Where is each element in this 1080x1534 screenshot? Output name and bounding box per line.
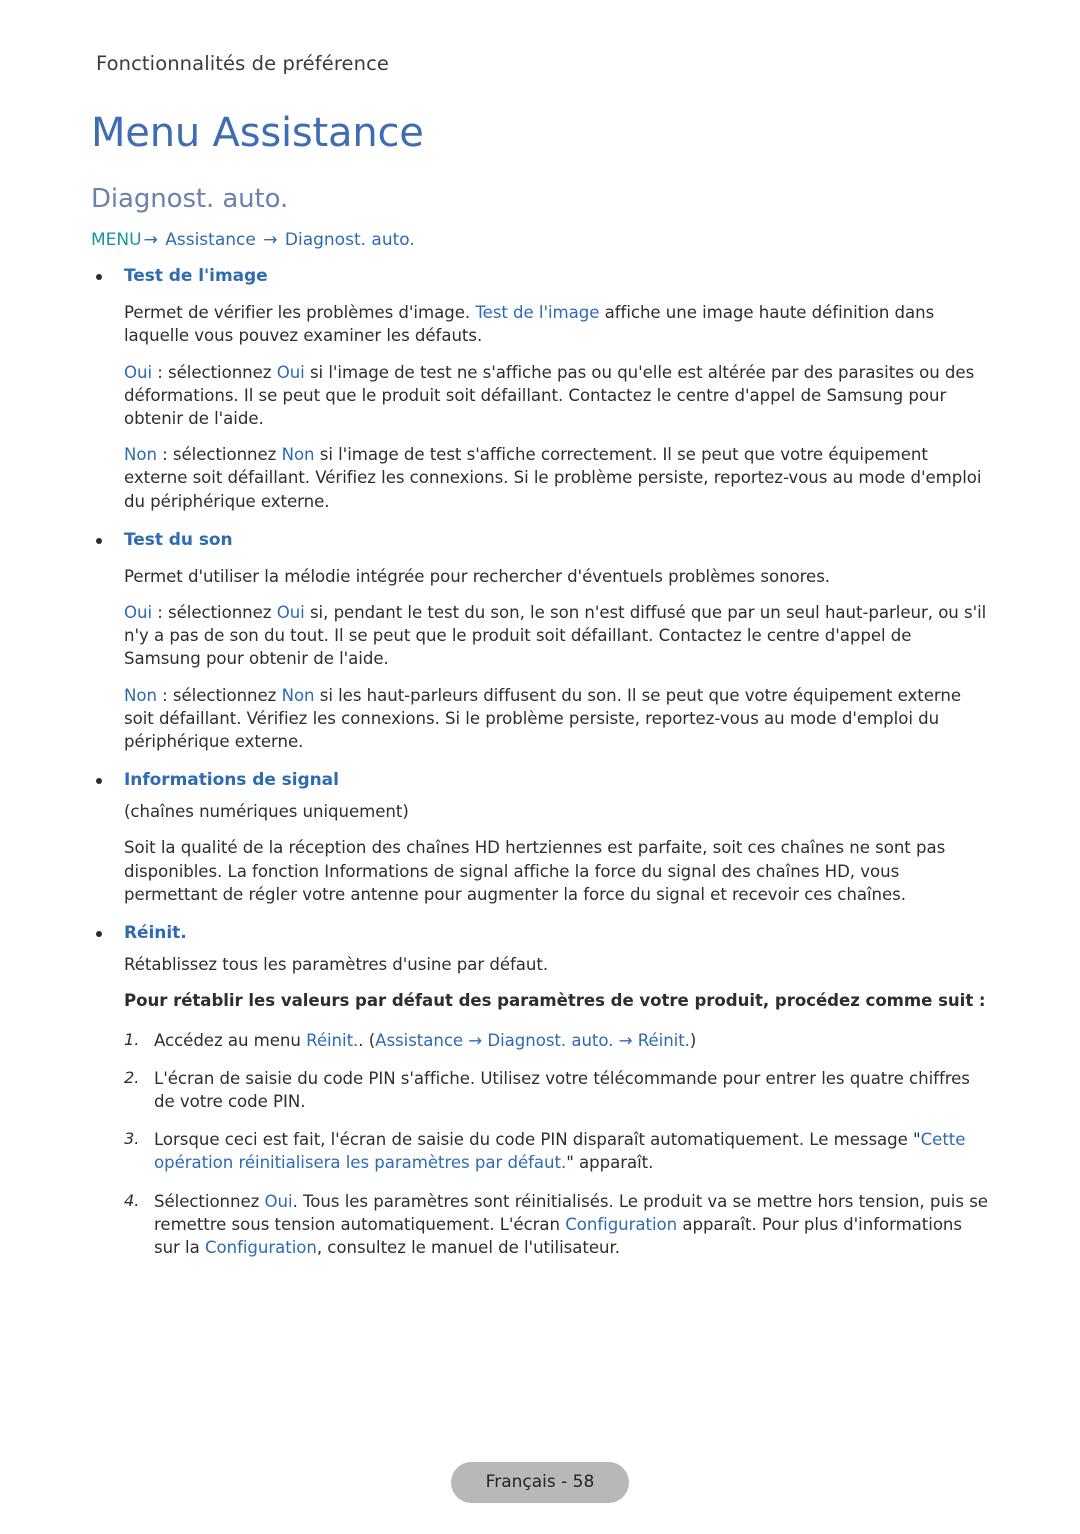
page-footer-badge: Français - 58 — [451, 1462, 629, 1503]
breadcrumb-level-3: Diagnost. auto. — [284, 230, 415, 251]
bullet-label-reinit: Réinit. — [124, 923, 187, 944]
paragraph-test-son-oui: Oui : sélectionnez Oui si, pendant le te… — [88, 601, 992, 671]
breadcrumb-menu: MENU — [91, 230, 142, 251]
text-fragment: Lorsque ceci est fait, l'écran de saisie… — [154, 1130, 921, 1150]
list-item: Test de l'image — [88, 265, 992, 288]
text-fragment: : sélectionnez — [156, 445, 282, 465]
text-fragment: Permet de vérifier les problèmes d'image… — [124, 303, 476, 323]
bullet-label-test-son: Test du son — [124, 529, 233, 550]
inline-highlight: Assistance — [375, 1030, 464, 1050]
inline-highlight: Oui — [264, 1191, 293, 1211]
list-item: 4. Sélectionnez Oui. Tous les paramètres … — [124, 1190, 992, 1260]
text-fragment: Sélectionnez — [154, 1191, 265, 1211]
inline-highlight: Configuration — [565, 1214, 678, 1234]
text-fragment: , consultez le manuel de l'utilisateur. — [316, 1238, 620, 1258]
inline-highlight: Réinit. — [637, 1030, 690, 1050]
step-number: 2. — [124, 1067, 140, 1087]
inline-highlight: Test de l'image — [475, 303, 600, 323]
inline-highlight: Oui — [124, 362, 153, 382]
text-fragment: L'écran de saisie du code PIN s'affiche.… — [154, 1068, 970, 1111]
paragraph-test-son-non: Non : sélectionnez Non si les haut-parle… — [88, 684, 992, 754]
page-content: Menu Assistance Diagnost. auto. MENU → As… — [88, 110, 992, 1259]
text-fragment: Accédez au menu — [154, 1030, 307, 1050]
text-fragment: ) — [689, 1030, 697, 1050]
inline-highlight: Oui — [276, 603, 305, 623]
steps-list: 1. Accédez au menu Réinit.. (Assistance →… — [88, 1029, 992, 1260]
paragraph-test-image-non: Non : sélectionnez Non si l'image de tes… — [88, 443, 992, 513]
step-arrow-icon: → — [463, 1030, 488, 1050]
paragraph-infos-signal-note: (chaînes numériques uniquement) — [124, 802, 409, 822]
list-item: Réinit. — [88, 922, 992, 945]
step-number: 1. — [124, 1029, 140, 1049]
document-page: Fonctionnalités de préférence Menu Assis… — [0, 0, 1080, 1534]
breadcrumb-arrow-1: → — [143, 230, 158, 251]
paragraph-test-image-desc: Permet de vérifier les problèmes d'image… — [88, 301, 992, 347]
inline-highlight: Non — [281, 445, 315, 465]
inline-highlight: Non — [124, 685, 157, 705]
breadcrumb: MENU → Assistance → Diagnost. auto. — [88, 229, 992, 251]
feature-list: Test de l'image Permet de vérifier les p… — [88, 265, 992, 1259]
text-fragment: . ( — [358, 1030, 376, 1050]
inline-highlight: Configuration — [204, 1238, 317, 1258]
step-number: 4. — [124, 1190, 140, 1210]
paragraph-test-image-oui: Oui : sélectionnez Oui si l'image de tes… — [88, 361, 992, 431]
step-number: 3. — [124, 1129, 140, 1149]
text-fragment: " apparaît. — [566, 1153, 654, 1173]
inline-highlight: Oui — [276, 362, 305, 382]
list-item: 2. L'écran de saisie du code PIN s'affich… — [124, 1067, 992, 1113]
bullet-dot-icon — [96, 537, 102, 544]
bullet-label-test-image: Test de l'image — [124, 266, 268, 287]
bullet-dot-icon — [96, 931, 102, 938]
inline-highlight: Non — [281, 685, 315, 705]
paragraph-infos-signal-desc: Soit la qualité de la réception des chaî… — [124, 838, 946, 904]
text-fragment: : sélectionnez — [152, 362, 277, 382]
list-item: Test du son — [88, 529, 992, 552]
breadcrumb-level-2: Assistance — [165, 230, 256, 251]
step-arrow-icon: → — [613, 1030, 638, 1050]
text-fragment: : sélectionnez — [156, 685, 282, 705]
inline-highlight: Diagnost. auto. — [487, 1030, 614, 1050]
bullet-dot-icon — [96, 778, 102, 785]
text-fragment: : sélectionnez — [152, 603, 277, 623]
list-item: Informations de signal — [88, 769, 992, 792]
breadcrumb-arrow-2: → — [263, 230, 278, 251]
inline-highlight: Réinit. — [306, 1030, 359, 1050]
inline-highlight: Non — [124, 445, 157, 465]
list-item: 1. Accédez au menu Réinit.. (Assistance →… — [124, 1029, 992, 1052]
bullet-dot-icon — [96, 274, 102, 281]
page-title: Menu Assistance — [91, 110, 424, 156]
paragraph-test-son-desc: Permet d'utiliser la mélodie intégrée po… — [124, 566, 831, 586]
list-item: 3. Lorsque ceci est fait, l'écran de sais… — [124, 1128, 992, 1174]
running-header: Fonctionnalités de préférence — [96, 52, 389, 75]
paragraph-reinit-desc: Rétablissez tous les paramètres d'usine … — [124, 955, 549, 975]
section-title: Diagnost. auto. — [91, 184, 289, 215]
paragraph-reinit-instruction: Pour rétablir les valeurs par défaut des… — [124, 991, 986, 1011]
bullet-label-infos-signal: Informations de signal — [124, 770, 339, 791]
inline-highlight: Oui — [124, 603, 153, 623]
